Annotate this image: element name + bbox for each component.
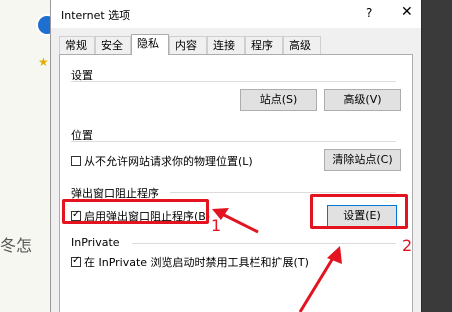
annotation-arrows — [212, 208, 342, 312]
arrow-1-shaft — [221, 212, 259, 234]
arrow-2-shaft — [298, 257, 335, 312]
tab-privacy[interactable]: 隐私 — [131, 34, 169, 55]
arrow-1-head-icon — [212, 208, 229, 220]
